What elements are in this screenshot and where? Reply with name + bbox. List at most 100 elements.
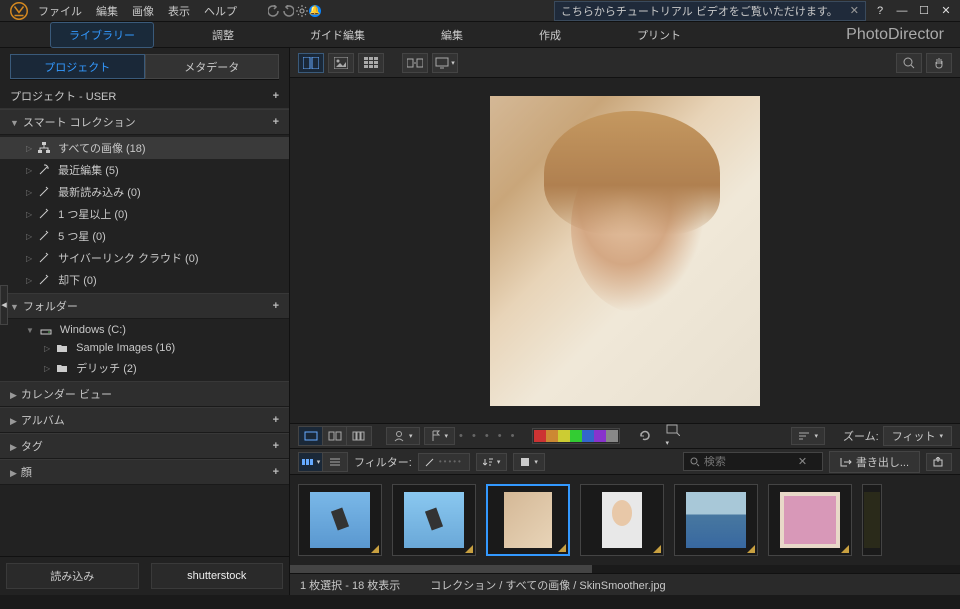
add-project-icon[interactable]: + [273,90,279,102]
view-grid-icon[interactable] [358,53,384,73]
menu-view[interactable]: 表示 [168,3,190,19]
image-viewer[interactable] [290,78,960,423]
color-swatch[interactable] [558,430,570,442]
strip-scrollbar[interactable] [290,565,960,573]
close-button[interactable]: ✕ [938,4,954,17]
thumbnail-selected[interactable] [486,484,570,556]
thumbnail[interactable] [768,484,852,556]
section-calendar[interactable]: ▶カレンダー ビュー [0,381,289,407]
sidebar-tab-metadata[interactable]: メタデータ [145,54,280,79]
color-label-swatches[interactable] [532,428,620,444]
menu-edit[interactable]: 編集 [96,3,118,19]
section-folder[interactable]: ▼フォルダー + [0,293,289,319]
strip-list-icon[interactable] [323,453,347,471]
tree-drive-c[interactable]: ▼Windows (C:) [0,321,289,339]
thumbnail[interactable] [862,484,882,556]
shutterstock-button[interactable]: shutterstock [151,563,284,589]
module-guided[interactable]: ガイド編集 [292,22,383,48]
section-face[interactable]: ▶顔+ [0,459,289,485]
drive-icon [40,324,54,336]
display-menu-icon[interactable]: ▾ [432,53,458,73]
tree-recent-edit[interactable]: ▷最近編集 (5) [0,159,289,181]
folder-tree: ▼Windows (C:) ▷Sample Images (16) ▷デリッチ … [0,319,289,381]
filter-label-icon[interactable]: ▾ [513,453,545,471]
undo-icon[interactable] [267,4,281,18]
minimize-button[interactable]: — [894,5,910,17]
rotate-icon[interactable] [638,429,652,443]
seg-single-icon[interactable] [299,427,323,445]
color-swatch[interactable] [570,430,582,442]
module-edit[interactable]: 編集 [423,22,481,48]
color-swatch[interactable] [534,430,546,442]
add-smart-icon[interactable]: + [273,116,279,128]
color-swatch[interactable] [606,430,618,442]
seg-split-icon[interactable] [323,427,347,445]
view-single-split-icon[interactable] [298,53,324,73]
tree-1star[interactable]: ▷1 つ星以上 (0) [0,203,289,225]
titlebar: ファイル 編集 画像 表示 ヘルプ 🔔 こちらからチュートリアル ビデオをご覧い… [0,0,960,22]
module-adjust[interactable]: 調整 [194,22,252,48]
tree-sample-images[interactable]: ▷Sample Images (16) [0,339,289,357]
magnify-icon[interactable] [896,53,922,73]
export-button[interactable]: 書き出し... [829,451,920,473]
maximize-button[interactable]: ☐ [916,4,932,17]
search-icon [690,457,700,467]
view-image-icon[interactable] [328,53,354,73]
clear-search-icon[interactable]: ✕ [798,455,807,468]
section-smart-collection[interactable]: ▼スマート コレクション + [0,109,289,135]
tree-5star[interactable]: ▷5 つ星 (0) [0,225,289,247]
notification-icon[interactable]: 🔔 [309,5,321,17]
import-button[interactable]: 読み込み [6,563,139,589]
menu-image[interactable]: 画像 [132,3,154,19]
face-tag-icon[interactable]: ▾ [386,427,420,445]
module-print[interactable]: プリント [619,22,699,48]
redo-icon[interactable] [281,4,295,18]
color-swatch[interactable] [594,430,606,442]
tree-latest-import[interactable]: ▷最新読み込み (0) [0,181,289,203]
pan-icon[interactable] [926,53,952,73]
section-album[interactable]: ▶アルバム+ [0,407,289,433]
crop-menu-icon[interactable]: ▾ [666,424,680,448]
seg-multi-icon[interactable] [347,427,371,445]
add-face-icon[interactable]: + [273,466,279,478]
color-swatch[interactable] [582,430,594,442]
app-logo [8,0,30,22]
thumbnail[interactable] [674,484,758,556]
add-tag-icon[interactable]: + [273,440,279,452]
help-icon[interactable]: ? [872,5,888,17]
tree-cloud[interactable]: ▷サイバーリンク クラウド (0) [0,247,289,269]
zoom-select[interactable]: フィット▾ [883,426,952,446]
settings-icon[interactable] [295,4,309,18]
add-folder-icon[interactable]: + [273,300,279,312]
folder-icon [56,362,70,374]
compare-icon[interactable] [402,53,428,73]
strip-grid-icon[interactable]: ▾ [299,453,323,471]
tutorial-banner[interactable]: こちらからチュートリアル ビデオをご覧いただけます。 ✕ [554,1,866,21]
thumbnail[interactable] [580,484,664,556]
module-library[interactable]: ライブラリー [50,22,154,48]
color-swatch[interactable] [546,430,558,442]
filter-sort-icon[interactable]: ▾ [476,453,508,471]
search-input[interactable]: ✕ [683,452,823,471]
sidebar-tab-project[interactable]: プロジェクト [10,54,145,79]
tree-delich[interactable]: ▷デリッチ (2) [0,357,289,379]
share-icon[interactable] [926,453,952,471]
strip-view-segment[interactable]: ▾ [298,452,348,472]
view-mode-segment[interactable] [298,426,372,446]
tree-all-images[interactable]: ▷すべての画像 (18) [0,137,289,159]
menu-file[interactable]: ファイル [38,3,82,19]
sort-menu-icon[interactable]: ▾ [791,427,825,445]
thumbnail[interactable] [392,484,476,556]
flag-icon[interactable]: ▾ [424,427,456,445]
thumbnail[interactable] [298,484,382,556]
filter-wand-icon[interactable]: ••••• [418,453,470,471]
add-album-icon[interactable]: + [273,414,279,426]
status-path: コレクション / すべての画像 / SkinSmoother.jpg [430,577,665,593]
module-create[interactable]: 作成 [521,22,579,48]
sidebar-collapse-handle[interactable]: ◂ [0,285,8,325]
section-tag[interactable]: ▶タグ+ [0,433,289,459]
tree-rejected[interactable]: ▷却下 (0) [0,269,289,291]
rating-dots[interactable]: • • • • • [459,430,517,442]
close-banner-icon[interactable]: ✕ [850,4,859,17]
menu-help[interactable]: ヘルプ [204,3,237,19]
